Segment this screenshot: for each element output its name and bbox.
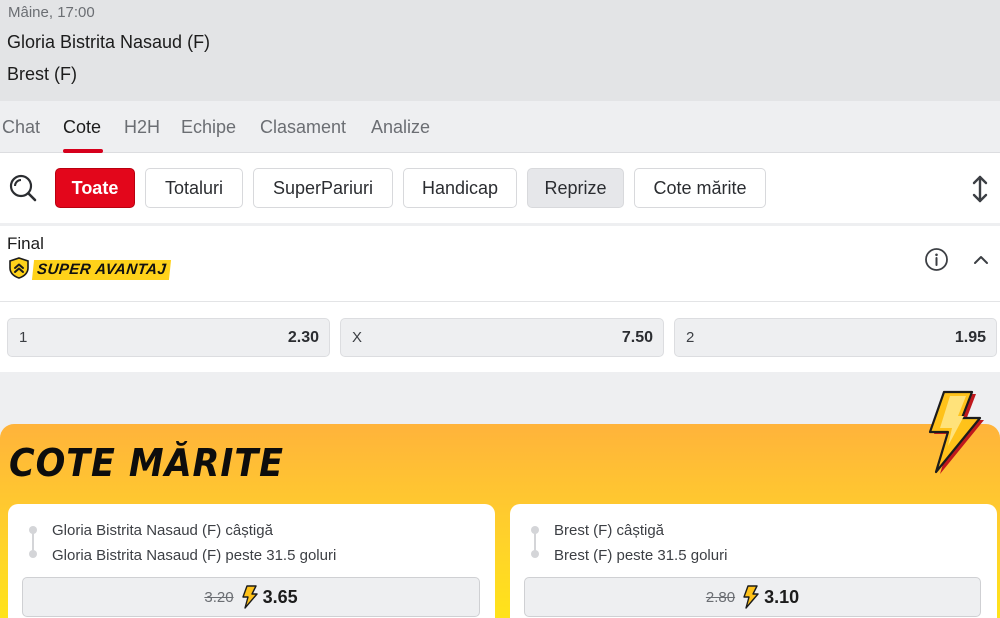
tab-analize[interactable]: Analize <box>371 117 430 138</box>
boosted-odd-card: Brest (F) câștigă Brest (F) peste 31.5 g… <box>510 504 997 618</box>
tab-echipe[interactable]: Echipe <box>181 117 236 138</box>
filter-chip-handicap[interactable]: Handicap <box>403 168 517 208</box>
old-odd-value: 3.20 <box>204 588 234 606</box>
selection-text: Brest (F) peste 31.5 goluri <box>554 547 728 564</box>
match-header: Mâine, 17:00 Gloria Bistrita Nasaud (F) … <box>0 0 1000 101</box>
odd-label: X <box>352 329 363 346</box>
selection-text: Gloria Bistrita Nasaud (F) câștigă <box>52 522 273 539</box>
match-tabs: Chat Cote H2H Echipe Clasament Analize <box>0 101 1000 153</box>
odd-button-1[interactable]: 1 2.30 <box>7 318 330 357</box>
super-avantaj-badge: SUPER AVANTAJ <box>8 256 172 284</box>
filter-chip-toate[interactable]: Toate <box>55 168 135 208</box>
odd-button-x[interactable]: X 7.50 <box>340 318 664 357</box>
tab-h2h[interactable]: H2H <box>124 117 160 138</box>
selection-text: Gloria Bistrita Nasaud (F) peste 31.5 go… <box>52 547 337 564</box>
new-odd-value: 3.10 <box>764 586 800 607</box>
away-team-name: Brest (F) <box>7 64 77 84</box>
odd-label: 2 <box>686 329 695 346</box>
lightning-bolt-icon <box>918 390 990 476</box>
market-title: Final <box>7 234 44 253</box>
odd-button-2[interactable]: 2 1.95 <box>674 318 997 357</box>
selection-dot <box>531 550 539 558</box>
chevron-up-icon[interactable] <box>970 250 992 270</box>
market-filter-bar: Toate Totaluri SuperPariuri Handicap Rep… <box>0 153 1000 223</box>
boosted-odd-button[interactable]: 2.80 3.10 <box>524 577 981 617</box>
divider <box>0 301 1000 302</box>
odd-value: 7.50 <box>621 329 653 346</box>
filter-chip-totaluri[interactable]: Totaluri <box>145 168 243 208</box>
tab-cote[interactable]: Cote <box>63 117 101 138</box>
selection-dot <box>29 526 37 534</box>
search-icon[interactable] <box>8 173 38 203</box>
boosted-odd-card: Gloria Bistrita Nasaud (F) câștigă Glori… <box>8 504 495 618</box>
selection-dot <box>531 526 539 534</box>
filter-chip-cote-marite[interactable]: Cote mărite <box>634 168 766 208</box>
old-odd-value: 2.80 <box>705 588 736 606</box>
odd-label: 1 <box>19 329 28 346</box>
lightning-bolt-icon <box>241 585 258 609</box>
selection-dot <box>29 550 37 558</box>
lightning-bolt-icon <box>743 585 759 609</box>
tab-chat[interactable]: Chat <box>2 117 40 138</box>
info-icon[interactable] <box>924 247 949 272</box>
market-final: Final SUPER AVANTAJ 1 2.30 X 7.50 2 1.95 <box>0 226 1000 372</box>
odd-value: 2.30 <box>287 329 319 346</box>
tab-clasament[interactable]: Clasament <box>260 117 346 138</box>
expand-vertical-icon[interactable] <box>968 173 992 205</box>
badge-label: SUPER AVANTAJ <box>31 260 172 280</box>
match-time: Mâine, 17:00 <box>8 4 95 21</box>
boosted-odd-button[interactable]: 3.20 3.65 <box>22 577 480 617</box>
boost-section-title: COTE MĂRITE <box>9 441 284 485</box>
new-odd-value: 3.65 <box>262 586 298 607</box>
filter-chip-reprize[interactable]: Reprize <box>527 168 624 208</box>
selection-text: Brest (F) câștigă <box>554 522 665 539</box>
filter-chip-superpariuri[interactable]: SuperPariuri <box>253 168 393 208</box>
odd-value: 1.95 <box>954 329 986 346</box>
home-team-name: Gloria Bistrita Nasaud (F) <box>7 32 211 52</box>
shield-chevron-icon <box>8 256 30 284</box>
